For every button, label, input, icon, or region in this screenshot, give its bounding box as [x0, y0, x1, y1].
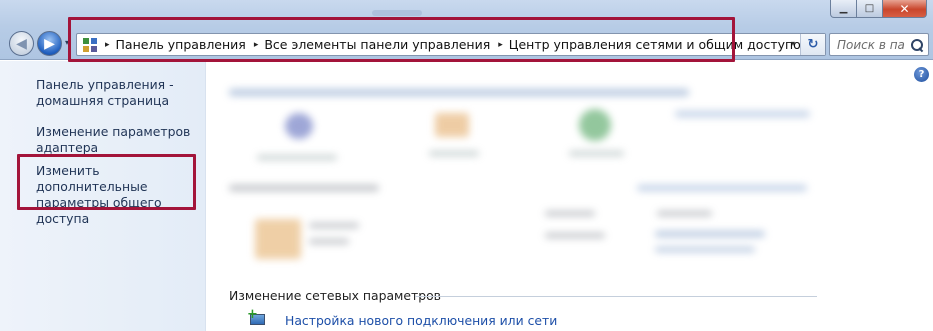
breadcrumb: ▸ Панель управления ▸ Все элементы панел…: [97, 37, 810, 52]
help-icon[interactable]: ?: [914, 67, 929, 82]
breadcrumb-item-network-center[interactable]: Центр управления сетями и общим доступом: [509, 37, 811, 52]
network-map-blurred: [207, 61, 933, 281]
caption-buttons: ▁ □ ✕: [830, 0, 927, 18]
address-bar[interactable]: ▸ Панель управления ▸ Все элементы панел…: [76, 33, 826, 56]
search-box[interactable]: [829, 33, 929, 56]
recent-pages-dropdown[interactable]: ▾: [65, 38, 69, 47]
window-title: [372, 10, 422, 16]
new-connection-icon: +: [247, 308, 271, 331]
close-button[interactable]: ✕: [883, 0, 927, 18]
chevron-right-icon[interactable]: ▸: [254, 40, 259, 50]
sidebar-item-advanced-sharing[interactable]: Изменить дополнительные параметры общего…: [36, 163, 201, 227]
search-input[interactable]: [837, 37, 905, 52]
section-title: Изменение сетевых параметров: [229, 288, 441, 303]
sidebar-item-control-panel-home[interactable]: Панель управления - домашняя страница: [36, 77, 201, 109]
address-dropdown-button[interactable]: ▾: [791, 39, 795, 48]
chevron-right-icon[interactable]: ▸: [105, 40, 110, 50]
refresh-button[interactable]: ↻: [800, 34, 825, 55]
back-button[interactable]: ◀: [9, 31, 34, 56]
breadcrumb-item-control-panel[interactable]: Панель управления: [116, 37, 246, 52]
control-panel-icon: [83, 37, 97, 52]
sidebar-item-adapter-settings[interactable]: Изменение параметров адаптера: [36, 124, 201, 156]
window-frame: ▁ □ ✕ ◀ ▶ ▾ ▸ Панель управления ▸ Все эл…: [0, 0, 933, 60]
main-content: ? Изменение сетевых параметров + Настрой…: [207, 61, 933, 331]
search-icon[interactable]: [910, 38, 924, 52]
breadcrumb-item-all-items[interactable]: Все элементы панели управления: [264, 37, 490, 52]
forward-button[interactable]: ▶: [37, 31, 62, 56]
setup-connection-row[interactable]: + Настройка нового подключения или сети: [247, 308, 557, 331]
setup-connection-link[interactable]: Настройка нового подключения или сети: [285, 313, 557, 328]
chevron-right-icon[interactable]: ▸: [498, 40, 503, 50]
maximize-button[interactable]: □: [857, 0, 883, 18]
task-pane: Панель управления - домашняя страница Из…: [0, 61, 206, 331]
section-divider: [415, 296, 817, 297]
minimize-button[interactable]: ▁: [830, 0, 857, 18]
